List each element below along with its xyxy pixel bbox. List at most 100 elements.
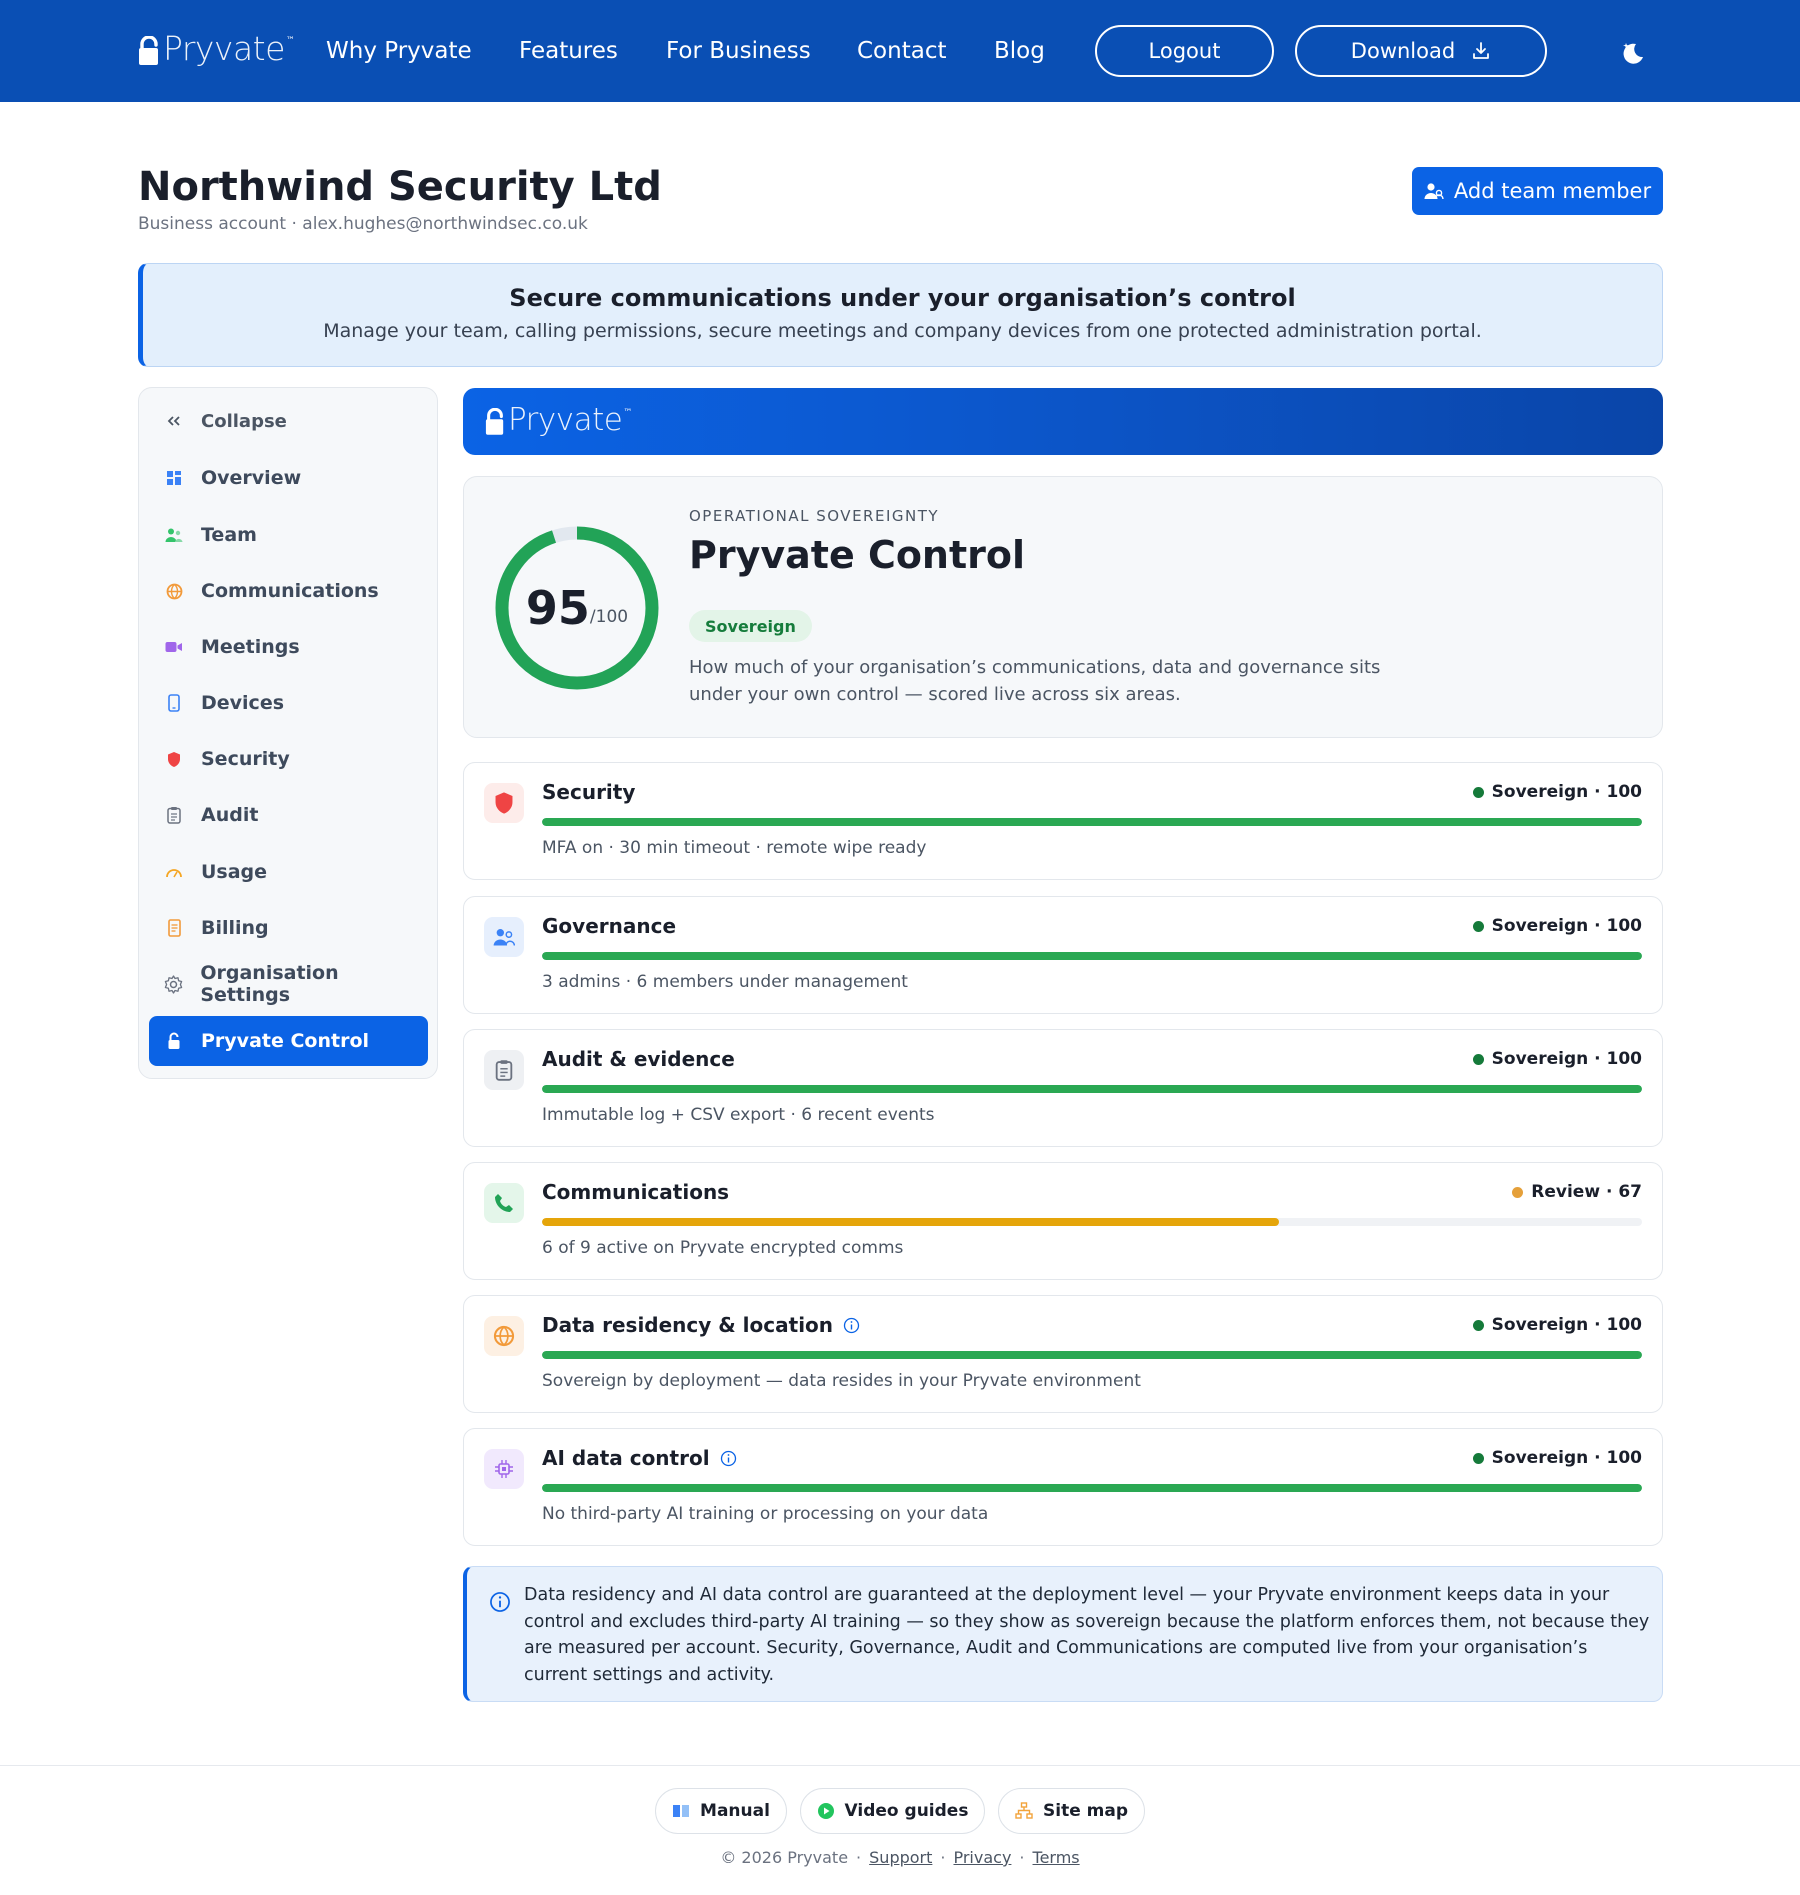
- moon-icon[interactable]: [1620, 40, 1646, 66]
- metric-name: Audit & evidence: [542, 1047, 735, 1071]
- footer-divider: [0, 1765, 1800, 1766]
- status-dot: [1472, 1452, 1484, 1464]
- page-title: Northwind Security Ltd: [138, 164, 662, 210]
- sidebar-item-label: Security: [201, 748, 290, 770]
- sidebar-item-label: Audit: [201, 804, 259, 826]
- logo-wordmark: Pryvate: [163, 29, 285, 68]
- score-description: How much of your organisation’s communic…: [689, 657, 1381, 705]
- score-number: 95: [525, 581, 590, 635]
- metric-status: Sovereign · 100: [1472, 1448, 1642, 1468]
- metric-progress-fill: [542, 1351, 1642, 1359]
- sidebar-item-communications[interactable]: Communications: [149, 566, 428, 616]
- sidebar-item-security[interactable]: Security: [149, 734, 428, 784]
- logout-label: Logout: [1148, 39, 1221, 63]
- metric-description: Immutable log + CSV export · 6 recent ev…: [542, 1105, 935, 1125]
- sidebar-item-label: Organisation Settings: [200, 962, 339, 1006]
- shield-icon: [484, 783, 524, 823]
- metric-status-text: Sovereign · 100: [1491, 1049, 1642, 1069]
- info-note: Data residency and AI data control are g…: [463, 1566, 1663, 1702]
- download-label: Download: [1350, 39, 1456, 63]
- grid-icon: [163, 467, 185, 489]
- sidebar-item-label: Pryvate Control: [201, 1030, 370, 1052]
- phone-call-icon: [484, 1183, 524, 1223]
- top-navigation: Pryvate ™ Why Pryvate Features For Busin…: [0, 0, 1800, 102]
- separator: ·: [1019, 1848, 1025, 1867]
- banner-title: Secure communications under your organis…: [509, 284, 1296, 312]
- metric-description: No third-party AI training or processing…: [542, 1504, 989, 1524]
- privacy-link[interactable]: Privacy: [953, 1848, 1011, 1867]
- manual-button[interactable]: Manual: [655, 1788, 787, 1834]
- info-icon: [490, 1592, 510, 1612]
- sidebar-item-usage[interactable]: Usage: [149, 847, 428, 897]
- terms-link[interactable]: Terms: [1033, 1848, 1080, 1867]
- sidebar-item-label: Usage: [201, 861, 268, 883]
- brand-header: Pryvate ™: [463, 388, 1663, 455]
- metric-status: Sovereign · 100: [1472, 916, 1642, 936]
- sidebar-item-organisation-settings[interactable]: Organisation Settings: [149, 959, 428, 1009]
- logout-button[interactable]: Logout: [1095, 25, 1274, 77]
- sidebar-item-billing[interactable]: Billing: [149, 903, 428, 953]
- metric-progress-track: [542, 1218, 1642, 1226]
- nav-link-for-business[interactable]: For Business: [666, 36, 811, 66]
- copyright-text: © 2026 Pryvate: [720, 1848, 849, 1867]
- status-dot: [1472, 1053, 1484, 1065]
- video-guides-button[interactable]: Video guides: [800, 1788, 985, 1834]
- nav-link-blog[interactable]: Blog: [994, 36, 1045, 66]
- video-guides-label: Video guides: [844, 1801, 969, 1821]
- add-team-member-label: Add team member: [1453, 179, 1652, 203]
- metric-name: Governance: [542, 914, 676, 938]
- metric-name-text: Audit & evidence: [542, 1047, 735, 1071]
- metric-status: Review · 67: [1512, 1182, 1642, 1202]
- pryvate-logo[interactable]: Pryvate ™: [138, 32, 295, 66]
- metric-progress-track: [542, 1085, 1642, 1093]
- footer-copyright: © 2026 Pryvate · Support · Privacy · Terms: [0, 1848, 1800, 1867]
- sidebar-item-team[interactable]: Team: [149, 510, 428, 560]
- info-icon[interactable]: [720, 1450, 737, 1467]
- metric-card-security: Security Sovereign · 100 MFA on · 30 min…: [463, 762, 1663, 880]
- metric-card-ai-data-control: AI data control Sovereign · 100 No third…: [463, 1428, 1663, 1546]
- download-button[interactable]: Download: [1295, 25, 1547, 77]
- sidebar-item-label: Overview: [201, 467, 302, 489]
- site-map-label: Site map: [1043, 1801, 1128, 1821]
- metric-name-text: AI data control: [542, 1446, 710, 1470]
- video-icon: [163, 636, 185, 658]
- nav-link-why-pryvate[interactable]: Why Pryvate: [326, 36, 472, 66]
- metric-status-text: Sovereign · 100: [1491, 916, 1642, 936]
- metric-progress-fill: [542, 1218, 1279, 1226]
- metric-description: Sovereign by deployment — data resides i…: [542, 1371, 1141, 1391]
- separator: ·: [856, 1848, 862, 1867]
- score-title: Pryvate Control: [689, 533, 1026, 577]
- sidebar-item-pryvate-control[interactable]: Pryvate Control: [149, 1016, 428, 1066]
- nav-link-contact[interactable]: Contact: [857, 36, 946, 66]
- sidebar-item-overview[interactable]: Overview: [149, 453, 428, 503]
- metric-name-text: Data residency & location: [542, 1313, 834, 1337]
- metric-name-text: Communications: [542, 1180, 730, 1204]
- metric-description: MFA on · 30 min timeout · remote wipe re…: [542, 838, 927, 858]
- logo-wordmark: Pryvate: [508, 402, 623, 438]
- shield-icon: [163, 748, 185, 770]
- sidebar-item-audit[interactable]: Audit: [149, 790, 428, 840]
- globe-icon: [163, 580, 185, 602]
- sidebar-item-label: Meetings: [201, 636, 300, 658]
- site-map-button[interactable]: Site map: [998, 1788, 1145, 1834]
- support-link[interactable]: Support: [869, 1848, 932, 1867]
- sidebar-item-meetings[interactable]: Meetings: [149, 622, 428, 672]
- logo-trademark: ™: [623, 408, 633, 418]
- metric-description: 6 of 9 active on Pryvate encrypted comms: [542, 1238, 904, 1258]
- score-max: /100: [589, 607, 629, 627]
- status-dot: [1512, 1186, 1524, 1198]
- globe-icon: [484, 1316, 524, 1356]
- info-icon[interactable]: [843, 1317, 860, 1334]
- sidebar-item-devices[interactable]: Devices: [149, 678, 428, 728]
- metric-status-text: Sovereign · 100: [1491, 1448, 1642, 1468]
- sovereignty-score-card: 95 /100 OPERATIONAL SOVEREIGNTY Pryvate …: [463, 476, 1663, 738]
- nav-link-features[interactable]: Features: [519, 36, 618, 66]
- metric-card-data-residency: Data residency & location Sovereign · 10…: [463, 1295, 1663, 1413]
- metric-status: Sovereign · 100: [1472, 1049, 1642, 1069]
- metric-card-governance: Governance Sovereign · 100 3 admins · 6 …: [463, 896, 1663, 1014]
- lock-icon: [139, 36, 158, 65]
- lock-icon: [485, 408, 504, 435]
- status-dot: [1472, 1319, 1484, 1331]
- add-team-member-button[interactable]: Add team member: [1412, 167, 1663, 215]
- sidebar-collapse-button[interactable]: Collapse: [149, 396, 428, 446]
